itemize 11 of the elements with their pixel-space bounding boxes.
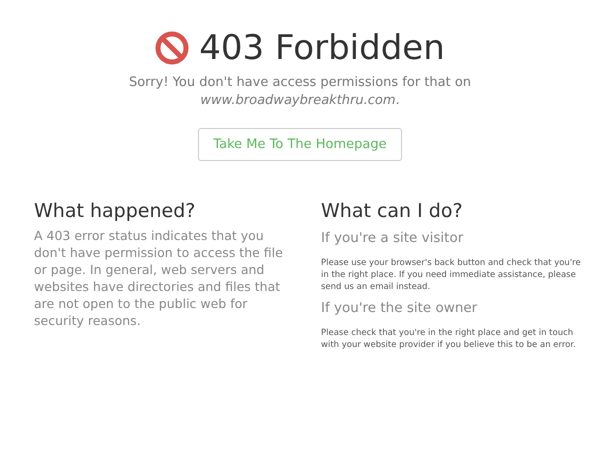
error-message: Sorry! You don't have access permissions for that on www.broadwaybreakthru.com. (128, 74, 472, 110)
advice-text: Please check that you're in the right place and get in touch with your website provider if you believe this to be an error. (321, 327, 577, 351)
subheading: If you're a site visitor (321, 229, 464, 247)
page-title: 403 Forbidden (199, 28, 445, 68)
explanation-text: A 403 error status indicates that you don't have permission to access the file or page. In general, web servers and websites have directories and files that are not open to the public web for security reasons. (34, 227, 284, 329)
forbidden-icon (155, 31, 190, 65)
advice-text: Please use your browser's back button and check that you're in the right place. If you need immediate assistance, please send us an email instead. (321, 257, 581, 293)
homepage-button[interactable]: Take Me To The Homepage (198, 128, 402, 161)
section-heading: What can I do? (321, 199, 464, 223)
subheading: If you're the site owner (321, 299, 478, 317)
section-heading: What happened? (34, 199, 196, 223)
